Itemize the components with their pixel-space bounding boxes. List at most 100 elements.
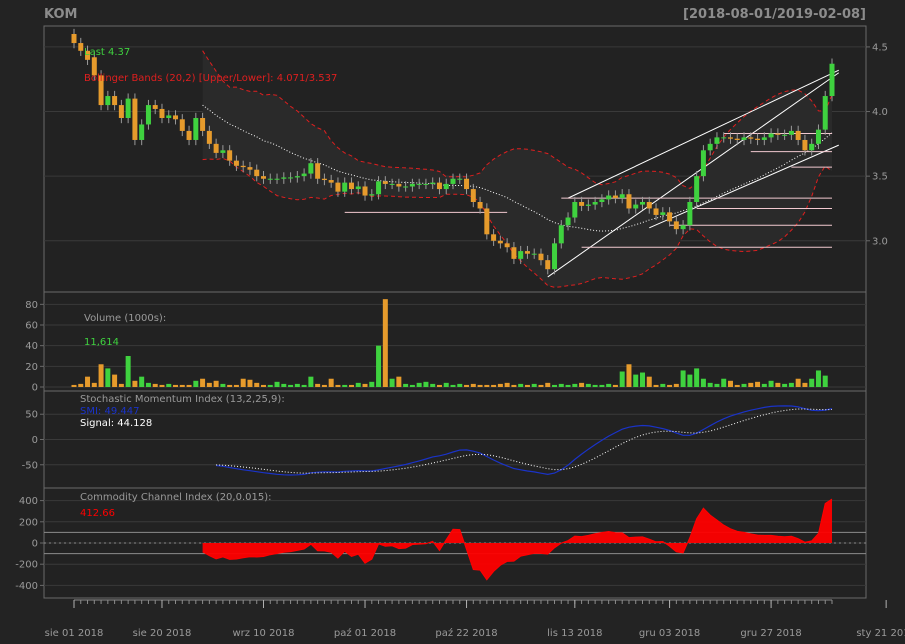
candle-body bbox=[599, 199, 605, 202]
candle-body bbox=[132, 98, 138, 140]
volume-bar bbox=[443, 382, 449, 387]
volume-bar bbox=[653, 384, 659, 387]
candle-body bbox=[619, 194, 625, 199]
volume-bar bbox=[707, 382, 713, 387]
cci-value: 412.66 bbox=[80, 508, 115, 519]
candle-body bbox=[281, 177, 287, 179]
volume-bar bbox=[85, 376, 91, 387]
last-price-label: Last 4.37 bbox=[84, 47, 130, 58]
volume-bar bbox=[633, 374, 639, 387]
candle-body bbox=[227, 150, 233, 161]
cci-title: Commodity Channel Index (20,0.015): bbox=[80, 492, 272, 503]
volume-bar bbox=[118, 383, 124, 387]
volume-bar bbox=[667, 384, 673, 387]
candle-body bbox=[477, 202, 483, 209]
volume-bar bbox=[78, 383, 84, 387]
candle-body bbox=[342, 182, 348, 192]
y-tick-label: 50 bbox=[25, 410, 38, 421]
candle-body bbox=[761, 137, 767, 140]
volume-bar bbox=[734, 384, 740, 387]
volume-bar bbox=[355, 382, 361, 387]
volume-bar bbox=[254, 382, 260, 387]
candle-body bbox=[734, 138, 740, 140]
candle-body bbox=[497, 240, 503, 244]
volume-value: 11,614 bbox=[84, 337, 119, 348]
candle-body bbox=[707, 143, 713, 151]
volume-bar bbox=[761, 383, 767, 387]
y-tick-label: -200 bbox=[15, 560, 38, 571]
candle-body bbox=[200, 118, 206, 131]
candle-body bbox=[240, 165, 246, 168]
volume-bar bbox=[673, 383, 679, 387]
volume-bar bbox=[328, 378, 334, 387]
candle-body bbox=[389, 183, 395, 185]
candle-body bbox=[213, 143, 219, 153]
volume-bar bbox=[436, 384, 442, 387]
volume-bar bbox=[531, 383, 537, 387]
candle-body bbox=[531, 253, 537, 255]
volume-bar bbox=[606, 383, 612, 387]
candle-body bbox=[822, 96, 828, 130]
candle-body bbox=[673, 221, 679, 230]
volume-bar bbox=[376, 345, 382, 387]
volume-bar bbox=[342, 384, 348, 387]
volume-bar bbox=[612, 384, 618, 387]
volume-bar bbox=[775, 382, 781, 387]
volume-bar bbox=[660, 383, 666, 387]
candle-body bbox=[788, 130, 794, 135]
candle-body bbox=[802, 139, 808, 151]
candle-body bbox=[274, 178, 280, 180]
volume-bar bbox=[281, 383, 287, 387]
volume-bar bbox=[173, 384, 179, 387]
volume-bar bbox=[511, 384, 517, 387]
volume-bar bbox=[572, 383, 578, 387]
volume-bar bbox=[626, 364, 632, 387]
volume-bar bbox=[98, 364, 104, 387]
candle-body bbox=[755, 138, 761, 140]
candle-body bbox=[653, 208, 659, 215]
volume-bar bbox=[538, 384, 544, 387]
stock-chart: KOM [2018-08-01/2019-02-08] 4.5 4.0 3.5 3.0… bbox=[15, 7, 905, 639]
candle-body bbox=[321, 178, 327, 181]
candle-body bbox=[288, 177, 294, 179]
y-tick-label: 3.5 bbox=[872, 172, 888, 183]
volume-bar bbox=[369, 381, 375, 387]
volume-bar bbox=[213, 380, 219, 387]
candle-body bbox=[592, 202, 598, 205]
volume-bar bbox=[768, 380, 774, 387]
candle-body bbox=[457, 178, 463, 180]
candle-body bbox=[233, 160, 239, 166]
candle-body bbox=[667, 212, 673, 222]
volume-bar bbox=[105, 368, 111, 387]
volume-bar bbox=[91, 382, 97, 387]
candle-body bbox=[220, 150, 226, 153]
candle-body bbox=[179, 119, 185, 131]
candle-body bbox=[484, 208, 490, 235]
candle-body bbox=[193, 118, 199, 140]
x-tick-label: sie 20 2018 bbox=[133, 628, 192, 639]
volume-bar bbox=[497, 383, 503, 387]
candle-body bbox=[809, 143, 815, 151]
candle-body bbox=[301, 173, 307, 177]
volume-bar bbox=[714, 383, 720, 387]
candle-body bbox=[579, 202, 585, 206]
x-tick-label: paź 01 2018 bbox=[334, 627, 396, 639]
y-tick-label: 20 bbox=[25, 362, 38, 373]
y-tick-label: 80 bbox=[25, 300, 38, 311]
volume-bar bbox=[477, 384, 483, 387]
candle-body bbox=[538, 253, 544, 261]
candle-body bbox=[640, 202, 645, 205]
candle-body bbox=[443, 183, 449, 190]
candle-body bbox=[348, 182, 354, 190]
volume-bar bbox=[348, 384, 354, 387]
volume-bar bbox=[247, 379, 253, 387]
volume-bar bbox=[470, 383, 476, 387]
volume-bar bbox=[132, 380, 138, 387]
volume-bar bbox=[545, 382, 551, 387]
volume-bar bbox=[389, 378, 395, 387]
candle-body bbox=[464, 178, 470, 190]
candle-body bbox=[166, 115, 172, 118]
volume-bar bbox=[795, 378, 801, 387]
volume-bar bbox=[782, 383, 788, 387]
y-tick-label: 400 bbox=[19, 496, 38, 507]
